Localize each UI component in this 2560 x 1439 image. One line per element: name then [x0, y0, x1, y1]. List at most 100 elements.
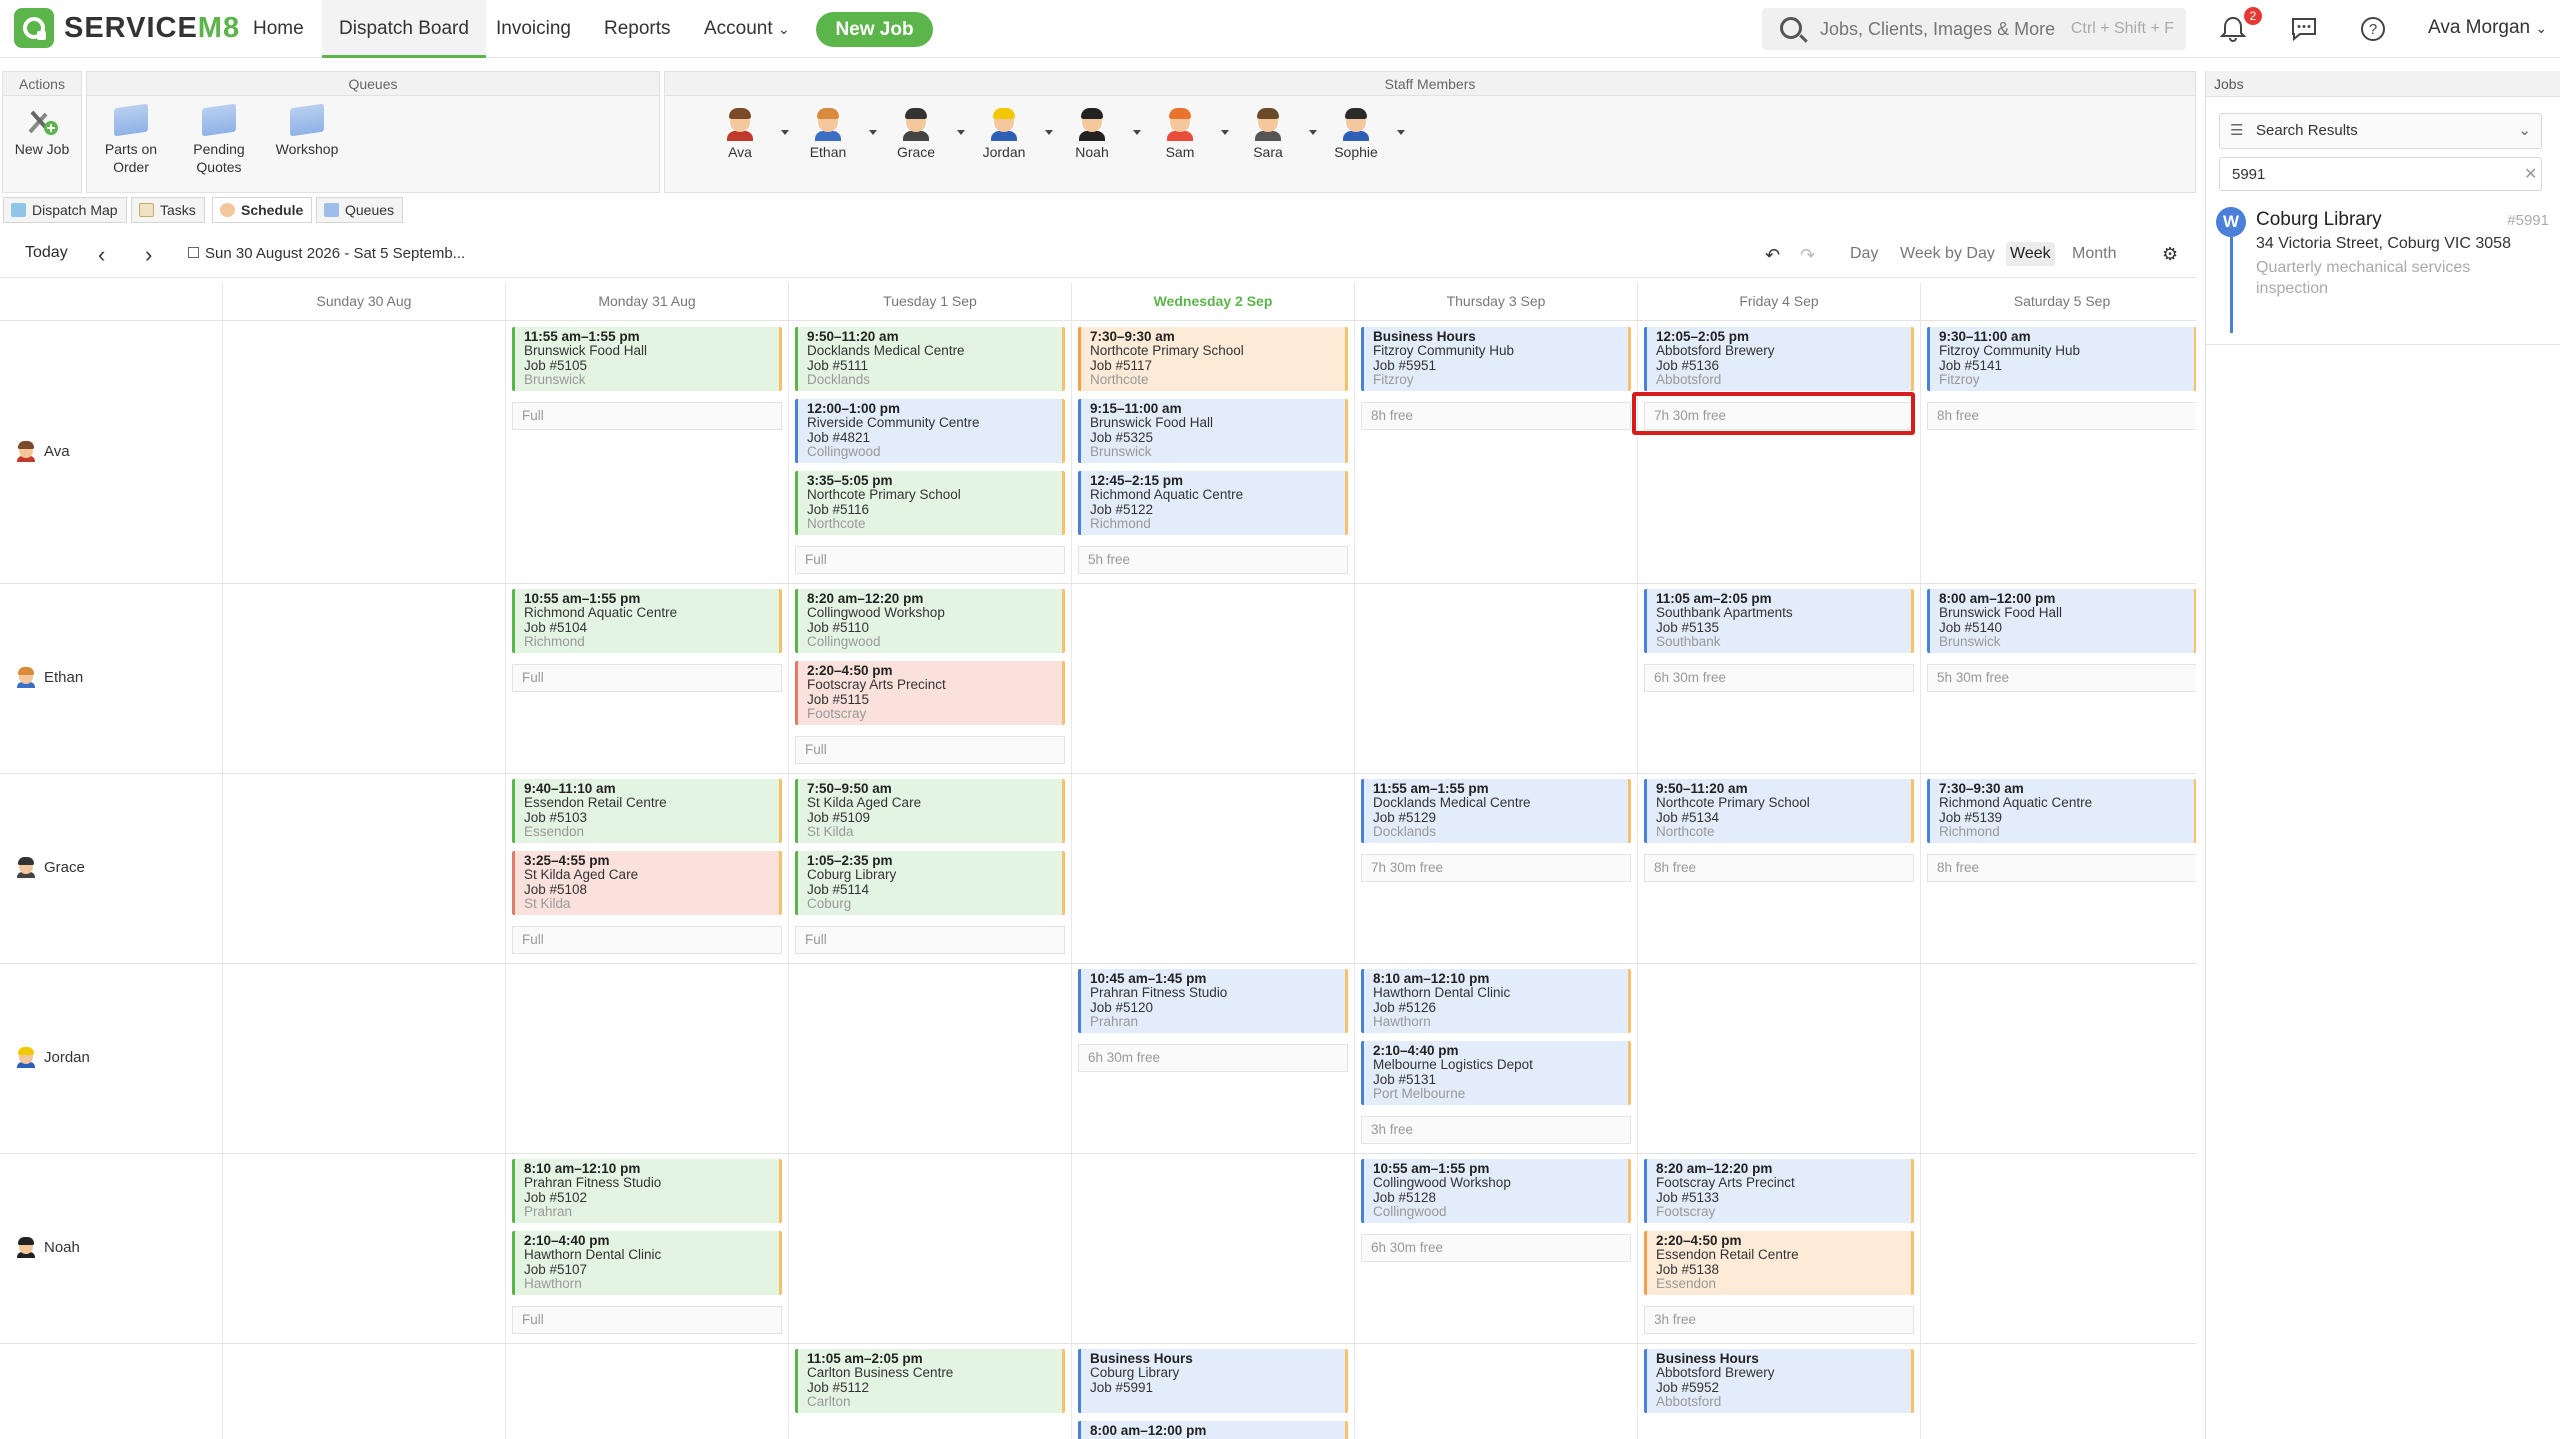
queue-pending-quotes[interactable]: Pending Quotes [183, 103, 255, 176]
view-week-by-day[interactable]: Week by Day [1896, 242, 1999, 266]
job-card[interactable]: 2:20–4:50 pm Essendon Retail Centre Job #5… [1644, 1231, 1914, 1295]
job-card[interactable]: Business Hours Abbotsford Brewery Job #595… [1644, 1349, 1914, 1413]
job-card[interactable]: 12:45–2:15 pm Richmond Aquatic Centre Job … [1078, 471, 1348, 535]
free-time-slot[interactable]: 6h 30m free [1078, 1044, 1348, 1072]
job-card[interactable]: 8:20 am–12:20 pm Footscray Arts Precinct J… [1644, 1159, 1914, 1223]
job-card[interactable]: 12:00–1:00 pm Riverside Community Centre J… [795, 399, 1065, 463]
previous-week-arrow-icon[interactable]: ‹ [98, 242, 105, 268]
staff-dropdown-caret-icon[interactable] [1045, 130, 1053, 135]
tab-queues[interactable]: Queues [316, 197, 404, 223]
job-card[interactable]: 9:50–11:20 am Docklands Medical Centre Job… [795, 327, 1065, 391]
staff-dropdown-caret-icon[interactable] [1133, 130, 1141, 135]
free-time-slot[interactable]: 3h free [1644, 1306, 1914, 1334]
staff-member-noah[interactable]: Noah [1057, 106, 1127, 160]
staff-row-label[interactable]: Jordan [16, 1046, 90, 1068]
redo-icon[interactable]: ↷ [1800, 245, 1815, 266]
staff-row-label[interactable]: Noah [16, 1236, 80, 1258]
job-card[interactable]: 10:55 am–1:55 pm Collingwood Workshop Job … [1361, 1159, 1631, 1223]
staff-dropdown-caret-icon[interactable] [1309, 130, 1317, 135]
staff-row-label[interactable]: Ethan [16, 666, 83, 688]
tab-dispatch-map[interactable]: Dispatch Map [3, 197, 127, 223]
free-time-slot[interactable]: 6h 30m free [1361, 1234, 1631, 1262]
job-card[interactable]: 11:05 am–2:05 pm Southbank Apartments Job … [1644, 589, 1914, 653]
tab-schedule[interactable]: Schedule [212, 197, 313, 223]
job-card[interactable]: 2:10–4:40 pm Hawthorn Dental Clinic Job #5… [512, 1231, 782, 1295]
job-card[interactable]: 7:50–9:50 am St Kilda Aged Care Job #5109 S… [795, 779, 1065, 843]
nav-account[interactable]: Account ⌄ [704, 0, 790, 58]
nav-dispatch-board[interactable]: Dispatch Board [322, 0, 486, 58]
help-icon[interactable]: ? [2358, 14, 2388, 44]
job-card[interactable]: 8:00 am–12:00 pm Brunswick Food Hall Job #… [1927, 589, 2196, 653]
free-time-slot[interactable]: 8h free [1927, 402, 2196, 430]
job-card[interactable]: 8:10 am–12:10 pm Hawthorn Dental Clinic Jo… [1361, 969, 1631, 1033]
staff-row-label[interactable]: Grace [16, 856, 85, 878]
job-card[interactable]: Business Hours Fitzroy Community Hub Job #… [1361, 327, 1631, 391]
user-menu[interactable]: Ava Morgan ⌄ [2428, 17, 2547, 39]
job-card[interactable]: 3:25–4:55 pm St Kilda Aged Care Job #5108 S… [512, 851, 782, 915]
free-time-slot[interactable]: Full [795, 736, 1065, 764]
job-search-result[interactable]: W Coburg Library #5991 34 Victoria Stree… [2206, 207, 2560, 345]
view-day[interactable]: Day [1846, 242, 1882, 266]
free-time-slot[interactable]: 7h 30m free [1361, 854, 1631, 882]
tab-tasks[interactable]: Tasks [131, 197, 205, 223]
view-month[interactable]: Month [2068, 242, 2120, 266]
nav-home[interactable]: Home [252, 0, 305, 58]
staff-member-ava[interactable]: Ava [705, 106, 775, 160]
free-time-slot[interactable]: 3h free [1361, 1116, 1631, 1144]
free-time-slot[interactable]: 8h free [1361, 402, 1631, 430]
free-time-slot[interactable]: Full [512, 402, 782, 430]
staff-member-grace[interactable]: Grace [881, 106, 951, 160]
job-card[interactable]: 9:40–11:10 am Essendon Retail Centre Job #… [512, 779, 782, 843]
job-card[interactable]: 8:00 am–12:00 pm [1078, 1421, 1348, 1439]
next-week-arrow-icon[interactable]: › [145, 242, 152, 268]
undo-icon[interactable]: ↶ [1765, 245, 1780, 266]
free-time-slot[interactable]: 8h free [1644, 854, 1914, 882]
job-card[interactable]: 7:30–9:30 am Richmond Aquatic Centre Job #… [1927, 779, 2196, 843]
free-time-slot[interactable]: 6h 30m free [1644, 664, 1914, 692]
servicem8-logo[interactable]: SERVICEM8 [14, 8, 240, 48]
global-search[interactable]: Ctrl + Shift + F [1762, 8, 2186, 50]
job-card[interactable]: Business Hours Coburg Library Job #5991 [1078, 1349, 1348, 1413]
staff-dropdown-caret-icon[interactable] [869, 130, 877, 135]
staff-member-jordan[interactable]: Jordan [969, 106, 1039, 160]
staff-dropdown-caret-icon[interactable] [781, 130, 789, 135]
jobs-filter-select[interactable]: ☰ Search Results ⌄ [2219, 113, 2542, 149]
staff-row-label[interactable]: Ava [16, 440, 70, 462]
free-time-slot[interactable]: 8h free [1927, 854, 2196, 882]
staff-dropdown-caret-icon[interactable] [1397, 130, 1405, 135]
job-card[interactable]: 9:30–11:00 am Fitzroy Community Hub Job #5… [1927, 327, 2196, 391]
free-time-slot[interactable]: Full [512, 1306, 782, 1334]
free-time-slot[interactable]: Full [512, 926, 782, 954]
job-card[interactable]: 9:50–11:20 am Northcote Primary School Job… [1644, 779, 1914, 843]
global-search-input[interactable] [1820, 8, 2060, 50]
job-card[interactable]: 2:20–4:50 pm Footscray Arts Precinct Job #… [795, 661, 1065, 725]
job-card[interactable]: 1:05–2:35 pm Coburg Library Job #5114 Cobur… [795, 851, 1065, 915]
nav-invoicing[interactable]: Invoicing [496, 0, 571, 58]
settings-gear-icon[interactable]: ⚙ [2162, 244, 2178, 265]
staff-member-ethan[interactable]: Ethan [793, 106, 863, 160]
jobs-search-input[interactable] [2219, 157, 2542, 191]
job-card[interactable]: 10:55 am–1:55 pm Richmond Aquatic Centre J… [512, 589, 782, 653]
view-week[interactable]: Week [2006, 242, 2055, 266]
chat-icon[interactable] [2289, 14, 2319, 44]
staff-member-sophie[interactable]: Sophie [1321, 106, 1391, 160]
date-range-picker[interactable]: Sun 30 August 2026 - Sat 5 Septemb... [188, 245, 465, 262]
job-card[interactable]: 11:55 am–1:55 pm Docklands Medical Centre… [1361, 779, 1631, 843]
job-card[interactable]: 8:10 am–12:10 pm Prahran Fitness Studio Jo… [512, 1159, 782, 1223]
job-card[interactable]: 10:45 am–1:45 pm Prahran Fitness Studio Jo… [1078, 969, 1348, 1033]
job-card[interactable]: 11:55 am–1:55 pm Brunswick Food Hall Job #… [512, 327, 782, 391]
toolbar-new-job-button[interactable]: New Job [9, 106, 75, 158]
job-card[interactable]: 3:35–5:05 pm Northcote Primary School Job … [795, 471, 1065, 535]
staff-dropdown-caret-icon[interactable] [957, 130, 965, 135]
free-time-slot[interactable]: Full [795, 546, 1065, 574]
queue-parts-on-order[interactable]: Parts on Order [95, 103, 167, 176]
job-card[interactable]: 9:15–11:00 am Brunswick Food Hall Job #532… [1078, 399, 1348, 463]
new-job-button[interactable]: New Job [816, 12, 933, 47]
staff-member-sam[interactable]: Sam [1145, 106, 1215, 160]
today-button[interactable]: Today [25, 244, 68, 262]
queue-workshop[interactable]: Workshop [271, 103, 343, 158]
clear-search-icon[interactable]: ✕ [2524, 164, 2537, 184]
job-card[interactable]: 12:05–2:05 pm Abbotsford Brewery Job #5136… [1644, 327, 1914, 391]
job-card[interactable]: 11:05 am–2:05 pm Carlton Business Centre J… [795, 1349, 1065, 1413]
job-card[interactable]: 2:10–4:40 pm Melbourne Logistics Depot Job… [1361, 1041, 1631, 1105]
